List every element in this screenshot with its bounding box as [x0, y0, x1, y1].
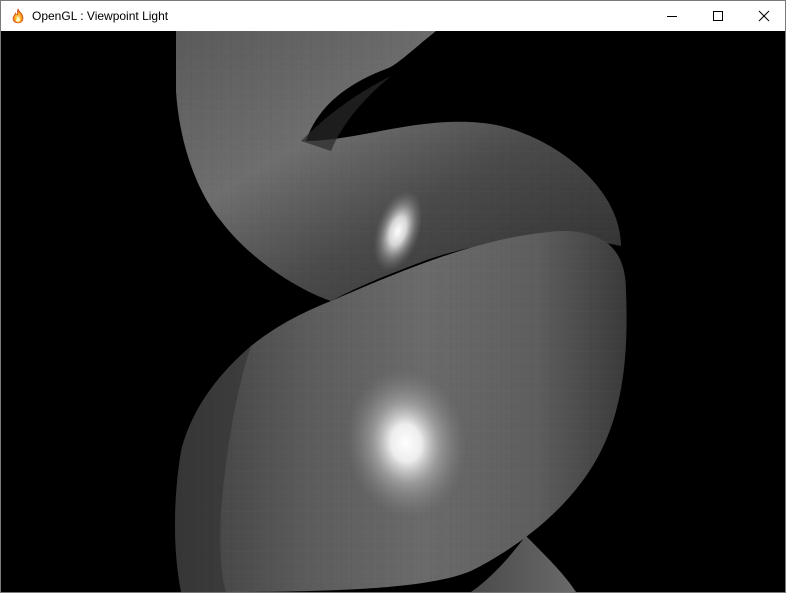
close-icon — [758, 10, 770, 22]
app-window: OpenGL : Viewpoint Light — [0, 0, 786, 593]
minimize-icon — [667, 16, 677, 17]
maximize-button[interactable] — [695, 1, 741, 31]
maximize-icon — [713, 11, 723, 21]
helix-render — [1, 31, 785, 592]
window-title: OpenGL : Viewpoint Light — [32, 9, 169, 23]
close-button[interactable] — [741, 1, 785, 31]
minimize-button[interactable] — [649, 1, 695, 31]
flame-icon — [12, 8, 24, 24]
title-bar[interactable]: OpenGL : Viewpoint Light — [1, 1, 785, 31]
opengl-viewport[interactable] — [1, 31, 785, 592]
